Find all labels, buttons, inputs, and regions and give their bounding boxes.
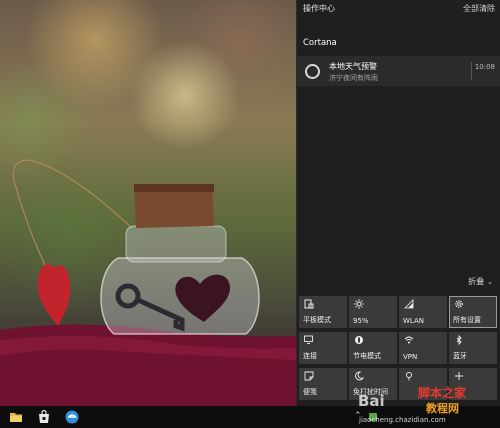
quick-action-connect[interactable]: 连接 — [299, 332, 347, 364]
gear-icon — [455, 300, 463, 308]
tile-label: VPN — [403, 353, 418, 361]
quick-action-tablet-mode[interactable]: 平板模式 — [299, 296, 347, 328]
wifi-icon — [404, 299, 414, 309]
taskbar: ⌃ — [0, 406, 500, 428]
show-hidden-icons-chevron-icon[interactable]: ⌃ — [354, 411, 362, 421]
project-icon — [455, 372, 463, 380]
quick-action-note[interactable]: 便笺 — [299, 368, 347, 400]
collapse-button[interactable]: 折叠 ⌄ — [468, 276, 493, 287]
wallpaper-art — [0, 159, 296, 406]
red-heart — [37, 264, 71, 326]
tile-label: 节电模式 — [353, 352, 381, 360]
notification-divider — [471, 62, 472, 80]
quick-action-battery-saver[interactable]: 节电模式 — [349, 332, 397, 364]
desktop-wallpaper — [0, 0, 296, 406]
notification-title: 本地天气预警 — [329, 62, 377, 71]
clear-all-button[interactable]: 全部清除 — [463, 3, 495, 14]
quick-action-location[interactable] — [399, 368, 447, 400]
tile-label: 95% — [353, 317, 369, 325]
location-icon — [406, 372, 412, 381]
quick-action-wlan[interactable]: WLAN — [399, 296, 447, 328]
notification-time: 10:08 — [474, 63, 495, 71]
notification-card[interactable]: 本地天气预警 济宁夜间有阵雨 10:08 — [297, 56, 500, 86]
tile-label: 所有设置 — [453, 316, 481, 324]
quick-action-quiet-hours[interactable]: 免打扰时间 — [349, 368, 397, 400]
tablet-mode-icon — [304, 299, 314, 309]
tile-label: 连接 — [303, 352, 317, 360]
collapse-label: 折叠 — [468, 277, 485, 286]
moon-icon — [355, 371, 364, 381]
tile-label: WLAN — [403, 317, 425, 325]
action-center-header: 操作中心 全部清除 — [297, 0, 500, 18]
cork-top — [134, 184, 214, 192]
file-explorer-icon[interactable] — [8, 409, 24, 425]
notification-group-title: Cortana — [303, 38, 337, 48]
store-icon[interactable] — [36, 409, 52, 425]
tile-label: 免打扰时间 — [353, 388, 388, 396]
battery-saver-icon — [355, 336, 363, 344]
jar-neck — [125, 225, 227, 263]
note-icon — [304, 371, 314, 381]
connect-icon — [304, 335, 313, 344]
quick-action-brightness[interactable]: 95% — [349, 296, 397, 328]
cortana-ring-icon — [305, 64, 320, 79]
tile-label: 蓝牙 — [453, 352, 467, 360]
tile-label: 平板模式 — [303, 316, 331, 324]
brightness-icon — [354, 299, 364, 309]
tile-label: 便笺 — [303, 388, 317, 396]
vpn-icon — [404, 336, 414, 344]
bluetooth-icon — [456, 335, 462, 345]
notification-body: 济宁夜间有阵雨 — [329, 74, 378, 82]
quick-action-vpn[interactable]: VPN — [399, 332, 447, 364]
tray-app-icon[interactable] — [368, 412, 378, 422]
action-center-title: 操作中心 — [303, 4, 335, 13]
chevron-down-icon: ⌄ — [487, 278, 493, 286]
action-center-panel: 操作中心 全部清除 Cortana 本地天气预警 济宁夜间有阵雨 10:08 折… — [296, 0, 500, 406]
quick-action-project[interactable] — [449, 368, 497, 400]
quick-action-bluetooth[interactable]: 蓝牙 — [449, 332, 497, 364]
quick-action-all-settings[interactable]: 所有设置 — [449, 296, 497, 328]
edge-icon[interactable] — [64, 409, 80, 425]
